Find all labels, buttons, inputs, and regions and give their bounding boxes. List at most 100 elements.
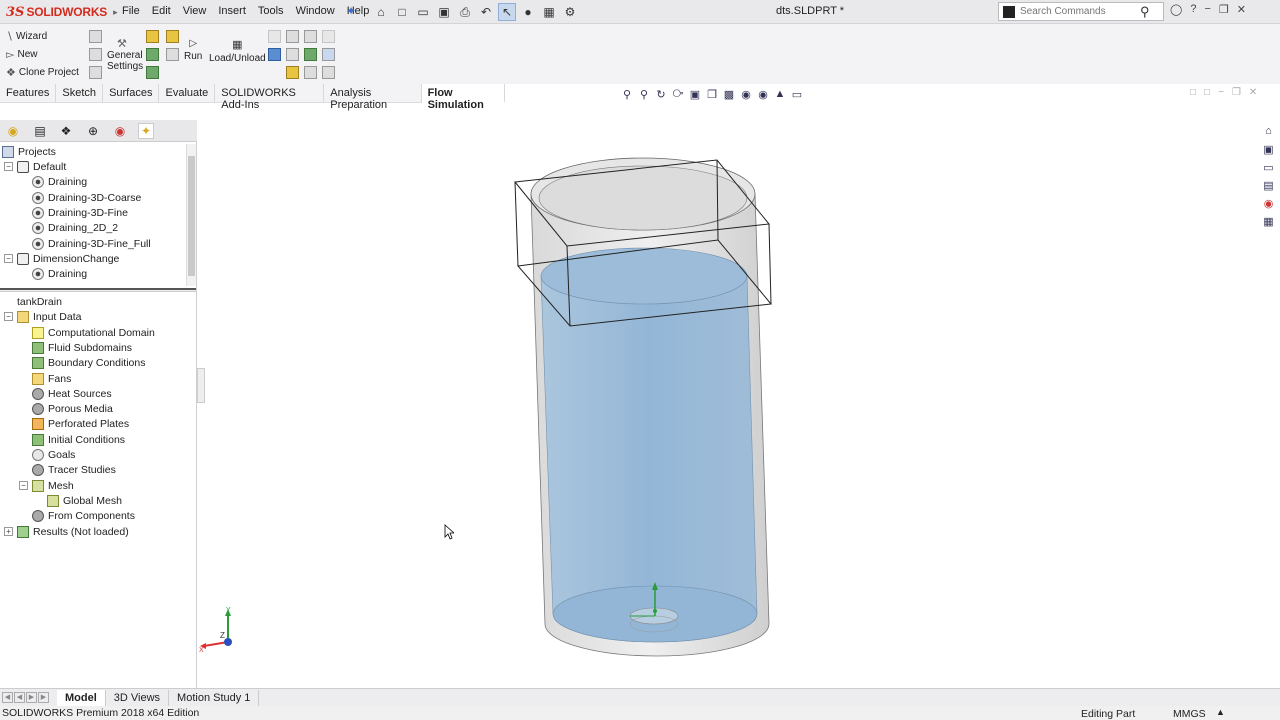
viewport-tile-icon[interactable]: □ bbox=[1190, 87, 1196, 98]
tab-solidworks-add-ins[interactable]: SOLIDWORKS Add-Ins bbox=[215, 84, 325, 111]
first-tab-icon[interactable]: ◀ bbox=[2, 692, 13, 703]
projects-scrollbar[interactable] bbox=[186, 144, 196, 286]
tab-features[interactable]: Features bbox=[0, 84, 57, 103]
diamond-icon[interactable] bbox=[286, 48, 299, 61]
isosurface-icon[interactable] bbox=[304, 30, 317, 43]
save-results-icon[interactable] bbox=[268, 48, 281, 61]
tree-item-computational-domain[interactable]: Computational Domain bbox=[32, 325, 155, 340]
edit-appearance-icon[interactable]: ◉ bbox=[756, 87, 770, 101]
tree-item-draining-3d-fine-full[interactable]: Draining-3D-Fine_Full bbox=[32, 236, 151, 251]
undo-icon[interactable]: ↶ bbox=[477, 3, 495, 21]
new-button[interactable]: ▻ New bbox=[6, 48, 37, 61]
help-icon[interactable]: ? bbox=[1190, 3, 1196, 16]
goal-plot-icon[interactable] bbox=[286, 66, 299, 79]
menu-edit[interactable]: Edit bbox=[152, 5, 171, 17]
viewport-close-icon[interactable]: ✕ bbox=[1249, 87, 1257, 98]
view-palette-icon[interactable]: ▤ bbox=[1262, 178, 1276, 192]
zoom-to-fit-icon[interactable]: ⚲ bbox=[620, 87, 634, 101]
tree-item-goals[interactable]: Goals bbox=[32, 447, 75, 462]
next-tab-icon[interactable]: ▶ bbox=[26, 692, 37, 703]
solidworks-resources-icon[interactable]: ⌂ bbox=[1262, 124, 1276, 138]
configuration-manager-tab-icon[interactable]: ❖ bbox=[58, 123, 74, 139]
boundary-conditions-icon[interactable] bbox=[146, 48, 159, 61]
view-settings-icon[interactable]: ▭ bbox=[790, 87, 804, 101]
solidworks-logo[interactable]: 3S SOLIDWORKS ▸ bbox=[6, 3, 118, 21]
tree-item-default[interactable]: − Default bbox=[4, 159, 66, 174]
flow-trajectories-icon[interactable] bbox=[304, 48, 317, 61]
home-icon[interactable]: ⌂ bbox=[372, 3, 390, 21]
general-settings-icon[interactable] bbox=[89, 48, 102, 61]
menu-view[interactable]: View bbox=[183, 5, 207, 17]
lightbulb-icon[interactable] bbox=[322, 30, 335, 43]
settings-icon[interactable] bbox=[89, 66, 102, 79]
cut-plot-icon[interactable] bbox=[268, 30, 281, 43]
tree-item-porous-media[interactable]: Porous Media bbox=[32, 401, 113, 416]
tree-item-draining-2d-2[interactable]: Draining_2D_2 bbox=[32, 220, 118, 235]
feature-manager-tab-icon[interactable]: ◉ bbox=[5, 123, 21, 139]
save-icon[interactable]: ▣ bbox=[435, 3, 453, 21]
menu-insert[interactable]: Insert bbox=[218, 5, 246, 17]
menu-window[interactable]: Window bbox=[296, 5, 335, 17]
tree-item-draining-3d-coarse[interactable]: Draining-3D-Coarse bbox=[32, 190, 141, 205]
tree-item-draining-3d-fine[interactable]: Draining-3D-Fine bbox=[32, 205, 128, 220]
custom-properties-icon[interactable]: ▦ bbox=[1262, 214, 1276, 228]
display-style-icon[interactable]: ▩ bbox=[722, 87, 736, 101]
close-icon[interactable]: ✕ bbox=[1237, 3, 1246, 16]
status-units[interactable]: MMGS bbox=[1173, 708, 1206, 720]
projects-root[interactable]: Projects bbox=[2, 144, 56, 159]
tab-analysis-preparation[interactable]: Analysis Preparation bbox=[324, 84, 422, 111]
collapse-icon[interactable]: − bbox=[4, 312, 13, 321]
search-input[interactable] bbox=[1020, 6, 1138, 17]
pin-icon[interactable]: ✦ bbox=[346, 4, 356, 18]
surface-plot-icon[interactable] bbox=[286, 30, 299, 43]
property-manager-tab-icon[interactable]: ▤ bbox=[32, 123, 48, 139]
dimxpert-tab-icon[interactable]: ⊕ bbox=[85, 123, 101, 139]
design-library-icon[interactable]: ▣ bbox=[1262, 142, 1276, 156]
xy-plot-icon[interactable] bbox=[304, 66, 317, 79]
tree-item-mesh[interactable]: − Mesh bbox=[19, 478, 74, 493]
tree-item-from-components[interactable]: From Components bbox=[32, 508, 135, 523]
tree-item-heat-sources[interactable]: Heat Sources bbox=[32, 386, 112, 401]
mesh-icon[interactable] bbox=[166, 48, 179, 61]
tab-model[interactable]: Model bbox=[57, 689, 106, 706]
hide-show-icon[interactable]: ◉ bbox=[739, 87, 753, 101]
zoom-to-area-icon[interactable]: ⚲ bbox=[637, 87, 651, 101]
user-icon[interactable]: ◯ bbox=[1170, 3, 1182, 16]
point-parameters-icon[interactable] bbox=[322, 48, 335, 61]
rebuild-icon[interactable]: ● bbox=[519, 3, 537, 21]
tree-root-tankdrain[interactable]: tankDrain bbox=[2, 294, 62, 309]
goals-icon[interactable] bbox=[166, 30, 179, 43]
file-explorer-icon[interactable]: ▭ bbox=[1262, 160, 1276, 174]
file-properties-icon[interactable]: ▦ bbox=[540, 3, 558, 21]
restore-icon[interactable]: ❐ bbox=[1219, 3, 1229, 16]
select-arrow-icon[interactable]: ↖ bbox=[498, 3, 516, 21]
run-button[interactable]: ▷ Run bbox=[184, 38, 202, 62]
search-commands-box[interactable]: ⚲ bbox=[998, 2, 1164, 21]
viewport-restore-icon[interactable]: ❐ bbox=[1232, 87, 1241, 98]
expand-icon[interactable]: + bbox=[4, 527, 13, 536]
minimize-icon[interactable]: − bbox=[1204, 3, 1210, 16]
viewport-minimize-icon[interactable]: − bbox=[1218, 87, 1224, 98]
tree-item-results[interactable]: + Results (Not loaded) bbox=[4, 524, 129, 539]
tree-item-draining-2[interactable]: Draining bbox=[32, 266, 87, 281]
tree-item-dimensionchange[interactable]: − DimensionChange bbox=[4, 251, 119, 266]
section-view-icon[interactable]: ⧂ bbox=[671, 87, 685, 101]
collapse-icon[interactable]: − bbox=[19, 481, 28, 490]
tree-item-tracer-studies[interactable]: Tracer Studies bbox=[32, 462, 116, 477]
load-unload-button[interactable]: ▦ Load/Unload bbox=[209, 38, 266, 64]
flow-simulation-tab-icon[interactable]: ✦ bbox=[138, 123, 154, 139]
tree-item-fluid-subdomains[interactable]: Fluid Subdomains bbox=[32, 340, 132, 355]
scrollbar-thumb[interactable] bbox=[188, 156, 195, 276]
report-icon[interactable] bbox=[322, 66, 335, 79]
viewport-split-icon[interactable]: □ bbox=[1204, 87, 1210, 98]
fluid-volume[interactable] bbox=[540, 247, 758, 643]
tree-item-global-mesh[interactable]: Global Mesh bbox=[47, 493, 122, 508]
chevron-up-icon[interactable]: ▲ bbox=[1216, 707, 1225, 717]
project-icon[interactable] bbox=[89, 30, 102, 43]
clone-project-button[interactable]: ❖ Clone Project bbox=[6, 66, 79, 79]
view-orientation-icon[interactable]: ❐ bbox=[705, 87, 719, 101]
tree-item-input-data[interactable]: − Input Data bbox=[4, 309, 81, 324]
tree-item-fans[interactable]: Fans bbox=[32, 371, 71, 386]
menu-file[interactable]: File bbox=[122, 5, 140, 17]
tree-item-draining[interactable]: Draining bbox=[32, 174, 87, 189]
